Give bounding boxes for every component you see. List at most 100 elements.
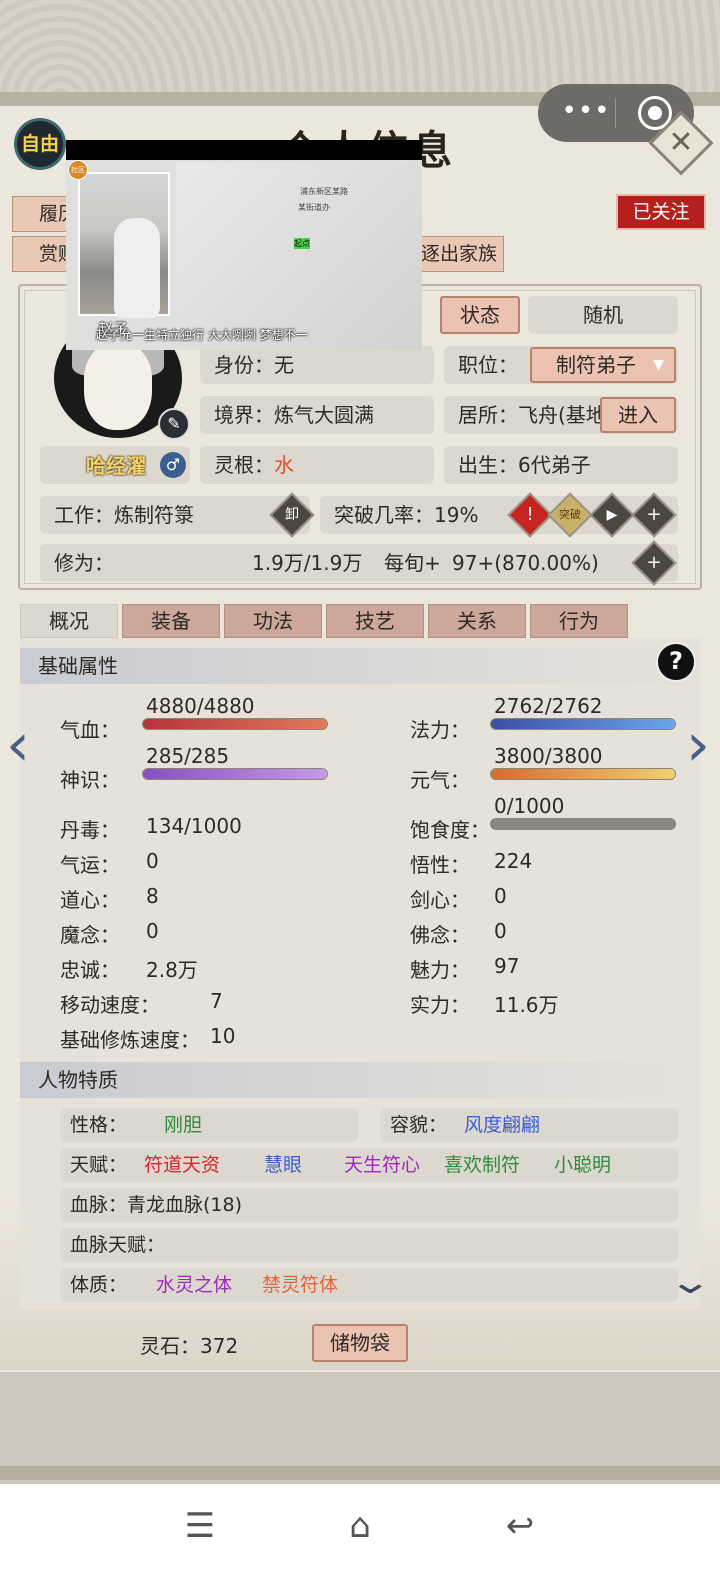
satiety-value: 0/1000: [494, 794, 565, 818]
stat-label: 基础修炼速度：: [60, 1028, 200, 1052]
stat-value: 8: [146, 884, 159, 908]
tab-overview[interactable]: 概况: [20, 604, 118, 638]
bloodline-label: 血脉：: [70, 1194, 128, 1216]
residence-label: 居所：: [458, 403, 518, 427]
person-photo: [78, 172, 170, 318]
stone-label: 灵石：: [140, 1334, 200, 1358]
character-name: 哈经濯: [86, 454, 146, 478]
stat-label: 实力：: [410, 993, 470, 1017]
looks-row: 容貌： 风度翩翩: [380, 1108, 678, 1142]
stat-value: 0: [494, 884, 507, 908]
stat-value: 0: [146, 849, 159, 873]
map-label: 某街道办: [298, 203, 330, 212]
stat-label: 丹毒：: [60, 818, 120, 842]
play-icon: ▶: [606, 507, 618, 523]
stat-label: 忠诚：: [60, 958, 120, 982]
mana-bar-fill: [491, 719, 675, 729]
avatar-face: [84, 344, 152, 430]
floating-video-window[interactable]: 浦东新区某路 某街道办 起点 社区 赵子 赵子允一生特立独行 大大咧咧 梦想不一: [66, 140, 422, 350]
spirit-value: 285/285: [146, 744, 230, 768]
traits-header: 人物特质: [20, 1062, 700, 1098]
edit-icon[interactable]: ✎: [158, 408, 190, 440]
more-icon[interactable]: •••: [558, 96, 614, 130]
talent-item[interactable]: 天生符心: [344, 1148, 420, 1182]
tab-random[interactable]: 随机: [528, 296, 678, 334]
tab-relations[interactable]: 关系: [428, 604, 526, 638]
chevron-down-icon: ▼: [653, 357, 664, 373]
community-badge-icon: 社区: [68, 160, 88, 180]
tab-skills[interactable]: 技艺: [326, 604, 424, 638]
identity-value: 无: [274, 353, 294, 377]
spirit-stone: 灵石：372: [140, 1330, 238, 1359]
stat-value: 97: [494, 954, 520, 978]
scroll-down-icon[interactable]: ⌄: [667, 1262, 713, 1302]
storage-bag-button[interactable]: 储物袋: [312, 1324, 408, 1362]
video-caption: 赵子允一生特立独行 大大咧咧 梦想不一: [96, 328, 308, 342]
enter-button[interactable]: 进入: [600, 397, 676, 433]
stat-value: 224: [494, 849, 533, 873]
tab-techniques[interactable]: 功法: [224, 604, 322, 638]
bottom-border: [0, 1466, 720, 1480]
next-arrow-icon[interactable]: ›: [686, 710, 710, 780]
talent-item[interactable]: 符道天资: [144, 1148, 220, 1182]
hp-bar: [142, 718, 328, 730]
realm-value: 炼气大圆满: [274, 403, 374, 427]
personality-label: 性格：: [70, 1114, 128, 1136]
bloodline-value: 青龙血脉(18): [127, 1194, 243, 1216]
spirit-label: 神识：: [60, 768, 120, 792]
cultivation-value: 1.9万/1.9万: [252, 551, 363, 575]
position-select[interactable]: 制符弟子 ▼: [530, 347, 676, 383]
stat-label: 魅力：: [410, 958, 470, 982]
stone-value: 372: [200, 1334, 239, 1358]
unequip-icon: 卸: [285, 507, 299, 523]
talent-item[interactable]: 慧眼: [264, 1148, 302, 1182]
help-icon[interactable]: ?: [656, 642, 696, 682]
tab-behavior[interactable]: 行为: [530, 604, 628, 638]
plus-icon: +: [646, 552, 662, 573]
realm-field: 境界：炼气大圆满: [200, 396, 434, 434]
cultivation-field: 修为： 1.9万/1.9万 每旬+ 97+(870.00%): [40, 544, 678, 582]
physique-row: 体质： 水灵之体 禁灵符体: [60, 1268, 678, 1302]
job-label: 工作：: [54, 503, 114, 527]
physique-label: 体质：: [70, 1274, 128, 1296]
prev-arrow-icon[interactable]: ‹: [6, 710, 30, 780]
stat-label: 佛念：: [410, 923, 470, 947]
satiety-bar: [490, 818, 676, 830]
free-button[interactable]: 自由: [14, 118, 66, 170]
identity-label: 身份：: [214, 353, 274, 377]
talent-label: 天赋：: [70, 1154, 128, 1176]
talent-item[interactable]: 喜欢制符: [444, 1148, 520, 1182]
stat-value: 0: [146, 919, 159, 943]
tab-status[interactable]: 状态: [440, 296, 520, 334]
birth-field: 出生：6代弟子: [444, 446, 678, 484]
map-label: 起点: [294, 238, 310, 249]
exclamation-icon: !: [526, 504, 534, 525]
tab-equipment[interactable]: 装备: [122, 604, 220, 638]
stat-value: 2.8万: [146, 958, 198, 982]
home-icon[interactable]: ⌂: [340, 1506, 380, 1546]
bloodline-talent-row: 血脉天赋：: [60, 1228, 678, 1262]
stat-label: 移动速度：: [60, 993, 160, 1017]
birth-label: 出生：: [458, 453, 518, 477]
close-icon: ✕: [668, 125, 694, 160]
follow-button[interactable]: 已关注: [616, 194, 706, 230]
talent-item[interactable]: 小聪明: [554, 1148, 611, 1182]
breakthrough-label: 突破几率：: [334, 503, 434, 527]
stat-value: 10: [210, 1024, 236, 1048]
hp-label: 气血：: [60, 718, 120, 742]
satiety-label: 饱食度：: [410, 818, 490, 842]
expel-button[interactable]: 逐出家族: [414, 236, 504, 272]
plus-icon: +: [646, 504, 662, 525]
stat-value: 11.6万: [494, 993, 559, 1017]
stat-label: 气运：: [60, 853, 120, 877]
yuanqi-bar-fill: [491, 769, 675, 779]
residence-value: 飞舟(基地: [518, 403, 606, 427]
back-icon[interactable]: ↩: [500, 1506, 540, 1546]
breakthrough-value: 19%: [434, 503, 479, 527]
physique-item[interactable]: 水灵之体: [156, 1268, 232, 1302]
bloodline-row: 血脉：青龙血脉(18): [60, 1188, 678, 1222]
yuanqi-bar: [490, 768, 676, 780]
physique-item[interactable]: 禁灵符体: [262, 1268, 338, 1302]
menu-icon[interactable]: ☰: [180, 1506, 220, 1546]
personality-value: 刚胆: [164, 1114, 203, 1136]
